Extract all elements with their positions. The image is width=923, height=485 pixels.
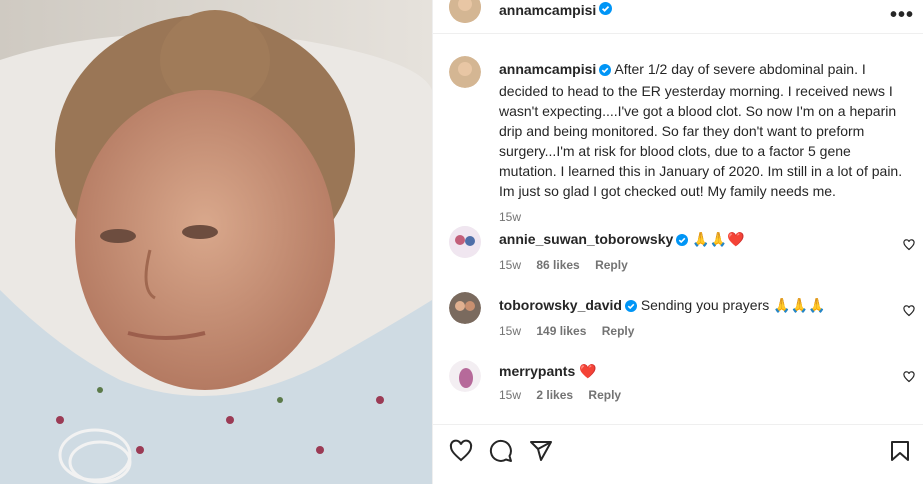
author-avatar[interactable] xyxy=(449,0,481,23)
comment-avatar[interactable] xyxy=(449,360,481,392)
comment-text: ❤️ xyxy=(579,363,597,379)
verified-badge-icon xyxy=(599,61,612,81)
comment-item: toborowsky_david Sending you prayers 🙏🙏🙏… xyxy=(499,295,879,341)
share-icon[interactable] xyxy=(529,439,553,468)
post-header: annamcampisi ••• xyxy=(433,0,923,34)
post-age[interactable]: 15w xyxy=(499,207,909,227)
comment-likes[interactable]: 86 likes xyxy=(536,258,579,272)
comment-heart-icon[interactable] xyxy=(903,238,915,256)
comment-age[interactable]: 15w xyxy=(499,388,521,402)
comment-likes[interactable]: 2 likes xyxy=(536,388,573,402)
more-options-icon[interactable]: ••• xyxy=(890,4,914,27)
like-icon[interactable] xyxy=(449,439,473,468)
comment-text: Sending you prayers 🙏🙏🙏 xyxy=(640,297,826,313)
verified-badge-icon xyxy=(599,2,612,20)
comment-meta: 15w 2 likes Reply xyxy=(499,385,879,405)
comment-item: merrypants ❤️ 15w 2 likes Reply xyxy=(499,361,879,405)
comment-username[interactable]: merrypants xyxy=(499,363,575,379)
header-username[interactable]: annamcampisi xyxy=(499,2,596,18)
comment-meta: 15w 149 likes Reply xyxy=(499,321,879,341)
comment-text: 🙏🙏❤️ xyxy=(692,231,745,247)
save-icon[interactable] xyxy=(888,439,912,468)
comment-age[interactable]: 15w xyxy=(499,324,521,338)
caption-avatar[interactable] xyxy=(449,56,481,88)
comment-username[interactable]: annie_suwan_toborowsky xyxy=(499,231,673,247)
reply-button[interactable]: Reply xyxy=(588,388,621,402)
post-caption: annamcampisi After 1/2 day of severe abd… xyxy=(499,59,909,227)
action-bar xyxy=(433,424,923,485)
caption-text: After 1/2 day of severe abdominal pain. … xyxy=(499,61,903,199)
comment-item: annie_suwan_toborowsky 🙏🙏❤️ 15w 86 likes… xyxy=(499,229,879,275)
comment-avatar[interactable] xyxy=(449,226,481,258)
verified-badge-icon xyxy=(676,231,689,251)
comment-icon[interactable] xyxy=(489,439,513,468)
comment-avatar[interactable] xyxy=(449,292,481,324)
reply-button[interactable]: Reply xyxy=(602,324,635,338)
caption-username[interactable]: annamcampisi xyxy=(499,61,596,77)
post-photo xyxy=(0,0,432,484)
reply-button[interactable]: Reply xyxy=(595,258,628,272)
comment-heart-icon[interactable] xyxy=(903,304,915,322)
comment-age[interactable]: 15w xyxy=(499,258,521,272)
comment-username[interactable]: toborowsky_david xyxy=(499,297,622,313)
verified-badge-icon xyxy=(624,297,637,317)
comment-likes[interactable]: 149 likes xyxy=(536,324,586,338)
post-side-panel: annamcampisi ••• annamcampisi After 1/2 … xyxy=(432,0,923,484)
comment-meta: 15w 86 likes Reply xyxy=(499,255,879,275)
comment-heart-icon[interactable] xyxy=(903,370,915,388)
